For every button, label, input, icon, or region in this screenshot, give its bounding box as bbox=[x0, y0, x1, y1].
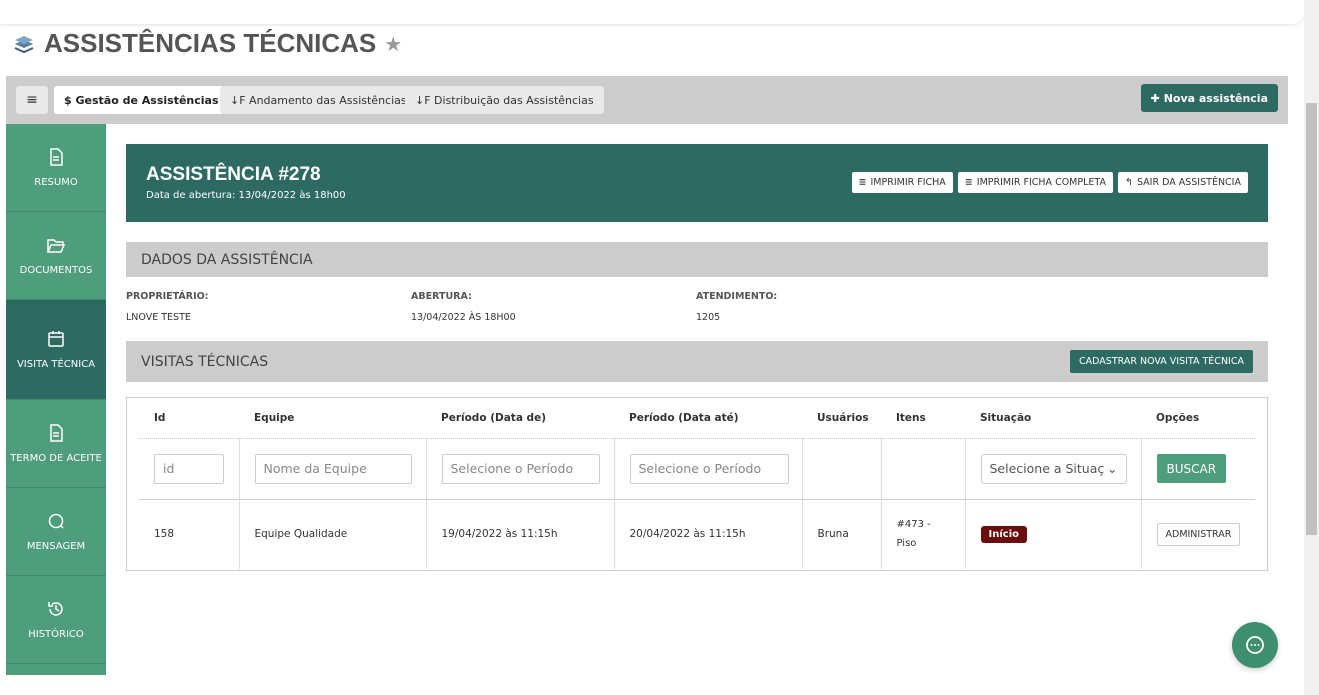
list-icon: ≣ bbox=[858, 177, 867, 188]
col-header-usuarios[interactable]: Usuários bbox=[802, 398, 881, 439]
file-icon bbox=[50, 148, 63, 166]
print-button[interactable]: ≣ IMPRIMIR FICHA bbox=[851, 172, 953, 193]
status-badge: Início bbox=[980, 525, 1027, 543]
visitas-section-header: VISITAS TÉCNICAS CADASTRAR NOVA VISITA T… bbox=[126, 341, 1268, 382]
page-title: ASSISTÊNCIAS TÉCNICAS bbox=[44, 28, 377, 58]
scrollbar[interactable] bbox=[1304, 0, 1319, 695]
sort-icon: ↓F bbox=[230, 93, 246, 107]
sort-icon: ↓F bbox=[415, 93, 431, 107]
toolbar: ≡ $ Gestão de Assistências ↓F Andamento … bbox=[6, 76, 1288, 124]
chevron-down-icon: ⌄ bbox=[1107, 461, 1118, 476]
data-ate-filter-input[interactable]: Selecione o Período bbox=[629, 453, 789, 484]
history-icon bbox=[48, 602, 63, 616]
table-row: 158 Equipe Qualidade 19/04/2022 às 11:15… bbox=[139, 498, 1255, 569]
exit-assistance-button[interactable]: ↰ SAIR DA ASSISTÊNCIA bbox=[1117, 172, 1248, 193]
print-full-button[interactable]: ≣ IMPRIMIR FICHA COMPLETA bbox=[957, 172, 1113, 193]
reply-icon: ↰ bbox=[1124, 177, 1133, 188]
assistance-header: ASSISTÊNCIA #278 Data de abertura: 13/04… bbox=[126, 144, 1268, 222]
visits-table: Id Equipe Período (Data de) Período (Dat… bbox=[139, 398, 1255, 569]
col-header-data-de[interactable]: Período (Data de) bbox=[426, 398, 614, 439]
add-visit-button[interactable]: CADASTRAR NOVA VISITA TÉCNICA bbox=[1070, 350, 1253, 373]
sidebar-item-visita-tecnica[interactable]: VISITA TÉCNICA bbox=[6, 300, 106, 400]
situacao-select[interactable]: Selecione a Situação⌄ bbox=[980, 453, 1127, 484]
chat-bubble-icon bbox=[48, 513, 64, 529]
field-proprietario: PROPRIETÁRIO: LNOVE TESTE bbox=[126, 291, 209, 323]
col-header-opcoes: Opções bbox=[1141, 398, 1255, 439]
scrollbar-thumb[interactable] bbox=[1306, 103, 1317, 535]
visits-table-card: Id Equipe Período (Data de) Período (Dat… bbox=[126, 397, 1268, 571]
sidebar: RESUMO DOCUMENTOS VISITA TÉCNICA TERMO D… bbox=[6, 124, 106, 675]
main-content: ASSISTÊNCIA #278 Data de abertura: 13/04… bbox=[126, 144, 1268, 571]
folder-open-icon bbox=[46, 239, 66, 253]
chat-icon bbox=[1246, 636, 1264, 654]
sidebar-item-resumo[interactable]: RESUMO bbox=[6, 124, 106, 212]
sidebar-item-historico[interactable]: HISTÓRICO bbox=[6, 576, 106, 664]
file-icon bbox=[50, 424, 63, 442]
col-header-equipe[interactable]: Equipe bbox=[239, 398, 426, 439]
menu-toggle-button[interactable]: ≡ bbox=[16, 86, 48, 114]
col-header-id[interactable]: Id bbox=[139, 398, 239, 439]
field-atendimento: ATENDIMENTO: 1205 bbox=[696, 291, 778, 323]
field-abertura: ABERTURA: 13/04/2022 ÀS 18H00 bbox=[411, 291, 516, 323]
tab-andamento[interactable]: ↓F Andamento das Assistências bbox=[220, 86, 417, 114]
star-icon[interactable]: ★ bbox=[384, 32, 402, 56]
top-bar bbox=[0, 0, 1304, 24]
plus-icon: ✚ bbox=[1150, 91, 1160, 105]
tab-gestao[interactable]: $ Gestão de Assistências bbox=[54, 86, 229, 114]
page-header: ASSISTÊNCIAS TÉCNICAS ★ bbox=[12, 28, 402, 59]
sidebar-item-termo-de-aceite[interactable]: TERMO DE ACEITE bbox=[6, 400, 106, 488]
dados-section-header: DADOS DA ASSISTÊNCIA bbox=[126, 242, 1268, 277]
tab-distribuicao[interactable]: ↓F Distribuição das Assistências bbox=[405, 86, 604, 114]
col-header-situacao[interactable]: Situação bbox=[965, 398, 1141, 439]
data-de-filter-input[interactable]: Selecione o Período bbox=[441, 453, 600, 484]
filter-row: id Nome da Equipe Selecione o Período Se… bbox=[139, 438, 1255, 499]
stack-icon bbox=[12, 30, 36, 58]
list-icon: ≣ bbox=[964, 177, 973, 188]
calendar-icon bbox=[48, 331, 64, 347]
chat-button[interactable] bbox=[1232, 622, 1278, 668]
id-filter-input[interactable]: id bbox=[154, 453, 224, 484]
col-header-data-ate[interactable]: Período (Data até) bbox=[614, 398, 802, 439]
equipe-filter-input[interactable]: Nome da Equipe bbox=[254, 453, 412, 484]
hamburger-icon: ≡ bbox=[26, 92, 38, 108]
sidebar-item-documentos[interactable]: DOCUMENTOS bbox=[6, 212, 106, 300]
col-header-itens[interactable]: Itens bbox=[881, 398, 965, 439]
search-button[interactable]: BUSCAR bbox=[1156, 454, 1227, 483]
sidebar-item-mensagem[interactable]: MENSAGEM bbox=[6, 488, 106, 576]
new-assistance-button[interactable]: ✚ Nova assistência bbox=[1140, 84, 1278, 112]
dados-info: PROPRIETÁRIO: LNOVE TESTE ABERTURA: 13/0… bbox=[126, 291, 1268, 323]
administrar-button[interactable]: ADMINISTRAR bbox=[1156, 522, 1241, 546]
